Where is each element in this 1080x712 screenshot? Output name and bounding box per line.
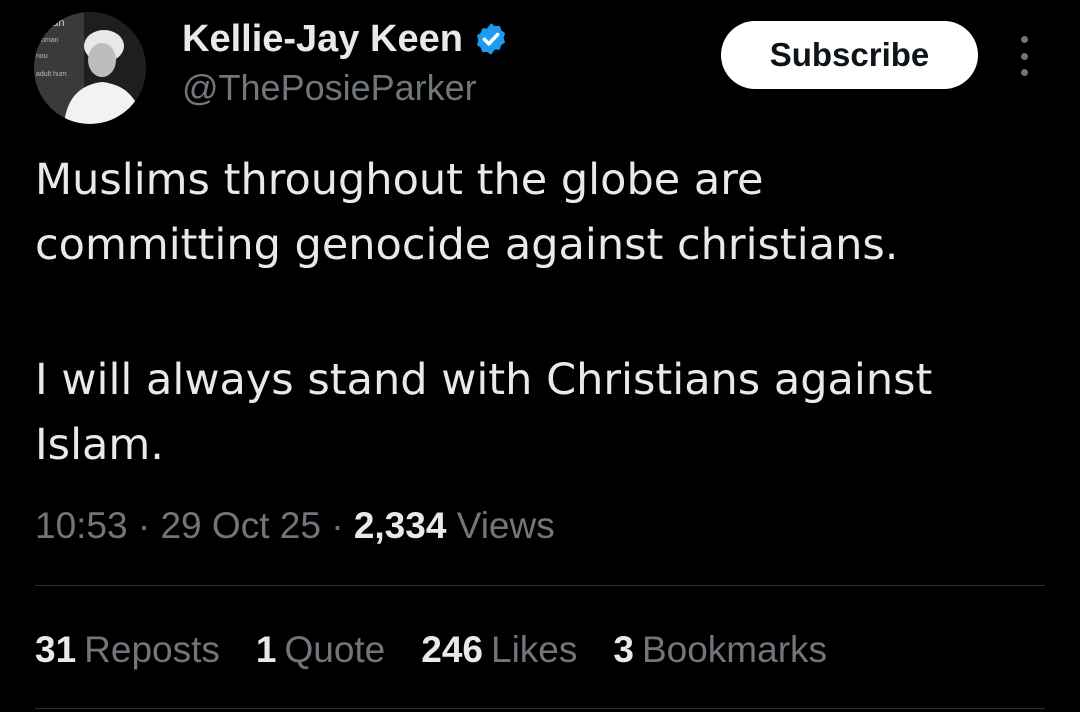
- tweet-paragraph: Muslims throughout the globe are committ…: [35, 148, 1045, 278]
- stat-count: 1: [255, 629, 277, 670]
- avatar-photo: oman woman nou adult hum: [34, 12, 146, 124]
- more-dot: [1020, 52, 1028, 60]
- tweet-time[interactable]: 10:53: [35, 505, 128, 546]
- stat-label: Likes: [491, 629, 578, 670]
- stat-count: 3: [613, 629, 634, 670]
- verified-badge-icon: [476, 23, 506, 55]
- tweet-line: Muslims throughout the globe are: [35, 155, 764, 205]
- tweet-line: I will always stand with Christians agai…: [35, 355, 933, 405]
- stat-likes[interactable]: 246 Likes: [421, 626, 577, 674]
- avatar-poster-text: woman: [35, 37, 59, 44]
- avatar[interactable]: oman woman nou adult hum: [34, 12, 146, 124]
- subscribe-button[interactable]: Subscribe: [721, 21, 978, 89]
- stat-count: 246: [421, 629, 483, 670]
- tweet-line: Islam.: [35, 420, 164, 470]
- tweet-line: committing genocide against christians.: [35, 220, 899, 270]
- stat-bookmarks[interactable]: 3 Bookmarks: [613, 626, 827, 674]
- avatar-poster-text: adult hum: [36, 71, 67, 78]
- more-options-icon[interactable]: [1010, 36, 1038, 76]
- stat-count: 31: [35, 629, 77, 670]
- tweet-meta: 10:53 · 29 Oct 25 · 2,334 Views: [35, 502, 555, 550]
- more-dot: [1020, 69, 1028, 76]
- meta-separator: ·: [137, 505, 151, 546]
- stat-quotes[interactable]: 1 Quote: [256, 626, 385, 674]
- divider: [35, 585, 1045, 586]
- views-count: 2,334: [353, 505, 447, 546]
- more-dot: [1020, 36, 1028, 43]
- divider: [35, 708, 1045, 709]
- views-label: Views: [456, 505, 555, 546]
- tweet-paragraph: I will always stand with Christians agai…: [35, 348, 1045, 478]
- meta-separator: ·: [331, 505, 344, 546]
- avatar-poster-text: nou: [36, 53, 48, 60]
- tweet-date[interactable]: 29 Oct 25: [160, 505, 320, 546]
- user-display-name-row[interactable]: Kellie-Jay Keen: [182, 16, 509, 62]
- engagement-stats: 31 Reposts 1 Quote 246 Likes 3 Bookmarks: [35, 626, 863, 674]
- stat-label: Quote: [284, 629, 386, 670]
- stat-label: Reposts: [84, 629, 220, 670]
- user-handle[interactable]: @ThePosieParker: [182, 66, 477, 110]
- user-display-name[interactable]: Kellie-Jay Keen: [182, 16, 463, 62]
- avatar-poster-text: oman: [37, 17, 65, 29]
- tweet-text: Muslims throughout the globe are committ…: [35, 148, 1045, 478]
- stat-label: Bookmarks: [641, 629, 828, 670]
- stat-reposts[interactable]: 31 Reposts: [35, 626, 220, 674]
